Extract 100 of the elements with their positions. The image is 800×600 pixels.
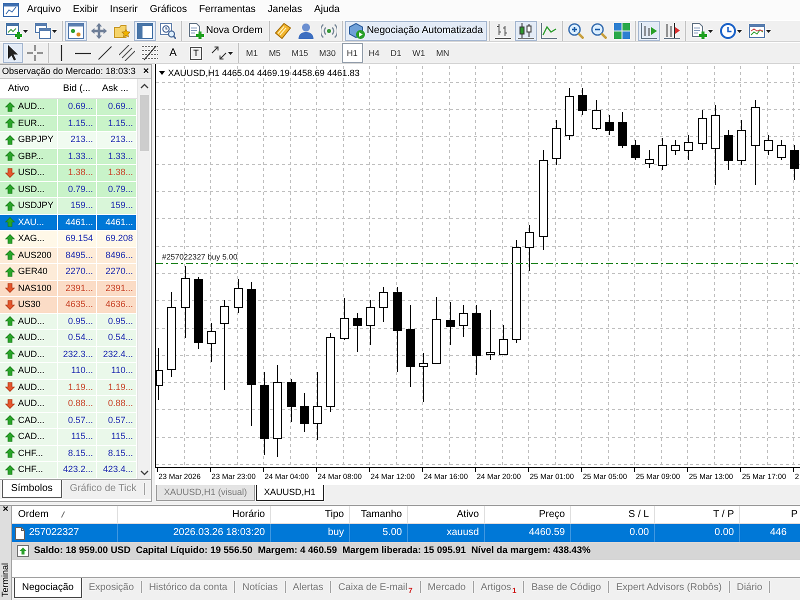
bid-price: 0.54... (58, 330, 97, 346)
symbol-name: AUD... (18, 398, 45, 410)
bearish-candle (287, 378, 296, 422)
terminal-tab[interactable]: Exposição (82, 578, 141, 598)
drawing-tool-button[interactable]: A (162, 43, 184, 63)
symbol-row[interactable]: CAD... 115... 115... (0, 429, 137, 446)
symbol-row[interactable]: AUD... 110... 110... (0, 363, 137, 380)
menu-item[interactable]: Gráficos (144, 4, 193, 16)
symbol-row[interactable]: CAD... 0.57... 0.57... (0, 412, 137, 429)
toolbar-button[interactable] (157, 21, 179, 41)
column-header[interactable]: S / L (571, 506, 655, 523)
chevron-down-icon[interactable] (140, 470, 148, 476)
person-icon (298, 23, 314, 39)
column-header[interactable]: Ativo (0, 79, 58, 98)
terminal-tab[interactable]: Alertas (286, 578, 330, 598)
menu-item[interactable]: Ferramentas (192, 4, 262, 16)
close-button[interactable]: × (2, 505, 8, 515)
menu-item[interactable]: Ajuda (308, 4, 346, 16)
symbol-row[interactable]: AUD... 0.95... 0.95... (0, 314, 137, 330)
bullish-candle (777, 140, 786, 160)
symbol-row[interactable]: USD... 1.38... 1.38... (0, 165, 137, 182)
symbol-row[interactable]: GBP... 1.33... 1.33... (0, 148, 137, 165)
chevron-up-icon[interactable] (140, 83, 148, 89)
terminal-tab[interactable]: Negociação (14, 578, 82, 598)
symbol-row[interactable]: AUD... 0.69... 0.69... (0, 99, 137, 116)
symbol-row[interactable]: USDJPY 159... 159... (0, 198, 137, 214)
symbol-name: XAG... (18, 233, 45, 244)
toolbar-button[interactable] (116, 43, 138, 63)
dropdown-button[interactable] (3, 21, 31, 41)
bid-price: 1.15... (58, 116, 97, 131)
column-header[interactable]: Tamanho (350, 506, 408, 523)
trend-line-icon (98, 46, 112, 60)
symbol-row[interactable]: GBPJPY 213... 213... (0, 132, 137, 148)
toolbar-button[interactable] (3, 43, 23, 63)
symbol-row[interactable]: CHF... 423.2... 423.4... (0, 462, 137, 478)
column-header[interactable]: Horário (118, 506, 271, 523)
symbol-row[interactable]: GER40 2270... 2270... (0, 264, 137, 280)
panel-tab[interactable]: Símbolos (2, 480, 62, 498)
caret-icon[interactable] (159, 71, 165, 75)
column-header[interactable]: Ask ... (97, 79, 137, 98)
toolbar-button[interactable] (139, 43, 161, 63)
terminal-tab[interactable]: Histórico da conta (142, 578, 234, 598)
symbol-row[interactable]: EUR... 1.15... 1.15... (0, 116, 137, 132)
bullish-candle (684, 134, 693, 160)
symbol-row[interactable]: XAU... 4461... 4461... (0, 214, 137, 231)
column-header[interactable]: Ativo (408, 506, 485, 523)
symbol-row[interactable]: AUD... 0.54... 0.54... (0, 330, 137, 346)
column-header[interactable]: Bid (... (58, 79, 97, 98)
toolbar-button[interactable] (638, 21, 660, 41)
book-icon (274, 23, 291, 39)
column-header[interactable]: T / P (655, 506, 740, 523)
symbol-row[interactable]: CHF... 8.15... 8.15... (0, 446, 137, 462)
terminal-tab[interactable]: Notícias (235, 578, 285, 598)
order-row[interactable]: 257022327 2026.03.26 18:03:20 buy 5.00 xauusd 4460.59 0.00 0.00 446 (12, 524, 800, 542)
toolbar-button[interactable] (24, 43, 46, 63)
toolbar-button[interactable]: Nova Ordem (184, 21, 267, 41)
menu-item[interactable]: Inserir (104, 4, 144, 16)
symbol-row[interactable]: US30 4635... 4636... (0, 297, 137, 314)
timeframe-button[interactable]: W1 (407, 43, 430, 63)
close-button[interactable]: × (143, 66, 149, 76)
terminal-tab[interactable]: Mercado (420, 578, 473, 598)
symbol-row[interactable]: USD... 0.79... 0.79... (0, 182, 137, 198)
bullish-candle (366, 300, 375, 346)
timeframe-button[interactable]: H4 (364, 43, 384, 63)
symbol-name: NAS100 (18, 282, 52, 294)
symbol-row[interactable]: AUD... 232.3... 232.4... (0, 346, 137, 363)
column-header[interactable]: Ordem (18, 508, 49, 520)
toolbar-button[interactable]: Negociação Automatizada (344, 21, 487, 41)
symbol-row[interactable]: NAS100 2391... 2391... (0, 280, 137, 297)
timeframe-button[interactable]: H1 (342, 43, 363, 63)
drawing-tool-button[interactable]: T (185, 43, 207, 63)
column-header[interactable]: Preço (485, 506, 571, 523)
scrollbar-thumb[interactable] (140, 95, 148, 151)
caret-icon (23, 30, 28, 32)
timeframe-button[interactable]: D1 (385, 43, 406, 63)
symbol-row[interactable]: XAG... 69.154 69.208 (0, 231, 137, 248)
toolbar-button[interactable] (514, 21, 537, 41)
terminal-tab[interactable]: Base de Código (524, 578, 608, 598)
menu-item[interactable]: Janelas (262, 4, 308, 16)
column-header[interactable]: P (740, 506, 800, 523)
terminal-tab[interactable]: Diário (730, 578, 770, 598)
chart-tab[interactable]: XAUUSD,H1 (256, 485, 324, 501)
terminal-tab[interactable]: Expert Advisors (Robôs) (609, 578, 729, 598)
timeframe-button[interactable]: M15 (286, 43, 314, 63)
symbol-row[interactable]: AUS200 8495... 8496... (0, 248, 137, 264)
scrollbar[interactable] (137, 79, 150, 479)
menu-item[interactable]: Arquivo (21, 4, 67, 16)
timeframe-button[interactable]: M30 (314, 43, 341, 63)
column-header[interactable]: Tipo (271, 506, 350, 523)
timeframe-button[interactable]: MN (431, 43, 454, 63)
timeframe-button[interactable]: M1 (241, 43, 263, 63)
bid-price: 159... (58, 198, 97, 214)
symbol-row[interactable]: AUD... 1.19... 1.19... (0, 380, 137, 396)
timeframe-button[interactable]: M5 (264, 43, 286, 63)
menu-item[interactable]: Exibir (66, 4, 104, 16)
symbol-name: USD... (18, 167, 45, 178)
symbol-name: XAU... (18, 216, 44, 228)
list-window-icon (68, 23, 84, 39)
bullish-candle (525, 224, 534, 272)
symbol-row[interactable]: AUD... 0.88... 0.88... (0, 396, 137, 412)
